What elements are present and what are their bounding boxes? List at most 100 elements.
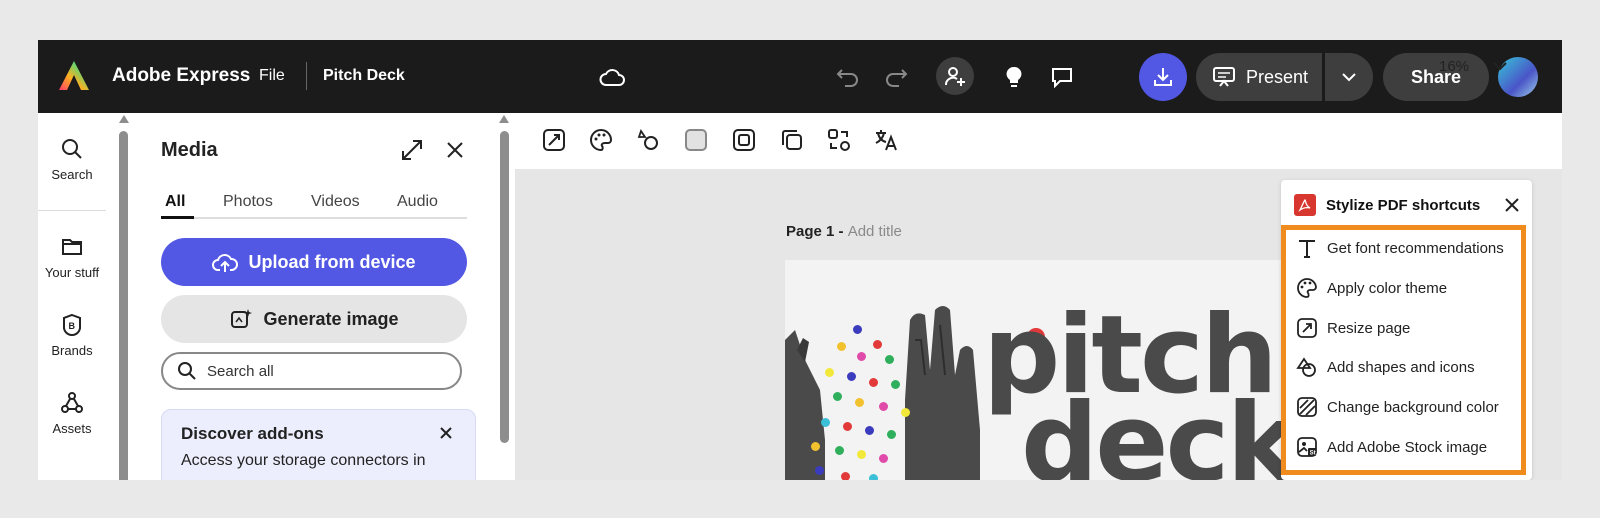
panel-scrollbar[interactable] xyxy=(498,113,512,480)
cloud-icon[interactable] xyxy=(594,60,630,94)
decorative-dot xyxy=(857,352,866,361)
shapes-icon[interactable] xyxy=(636,127,662,153)
shortcut-resize-page[interactable]: Resize page xyxy=(1295,316,1410,340)
palette-icon[interactable] xyxy=(588,127,614,153)
swap-icon[interactable] xyxy=(826,127,852,153)
upload-from-device-button[interactable]: Upload from device xyxy=(161,238,467,286)
present-button[interactable]: Present xyxy=(1196,53,1322,101)
present-options-button[interactable] xyxy=(1325,53,1373,101)
rail-item-brands[interactable]: B Brands xyxy=(38,313,106,358)
discover-addons-card[interactable]: Discover add-ons Access your storage con… xyxy=(161,409,476,480)
decorative-dot xyxy=(825,368,834,377)
page-title-placeholder[interactable]: Add title xyxy=(848,223,902,240)
rail-item-search[interactable]: Search xyxy=(38,137,106,182)
download-button[interactable] xyxy=(1139,53,1187,101)
shortcut-apply-color-theme[interactable]: Apply color theme xyxy=(1295,276,1447,300)
upload-label: Upload from device xyxy=(248,251,416,272)
acrobat-icon xyxy=(1294,194,1316,216)
rail-label: Your stuff xyxy=(44,265,100,280)
page-label[interactable]: Page 1 - Add title xyxy=(786,223,902,240)
rail-item-your-stuff[interactable]: Your stuff xyxy=(38,235,106,280)
search-icon xyxy=(178,362,196,380)
svg-text:B: B xyxy=(69,321,76,331)
decorative-dot xyxy=(873,340,882,349)
close-icon[interactable] xyxy=(442,137,468,163)
cloud-upload-icon xyxy=(212,254,239,272)
decorative-dot xyxy=(891,380,900,389)
chevron-down-icon[interactable] xyxy=(1490,56,1510,76)
shortcut-label: Add shapes and icons xyxy=(1327,358,1475,376)
tab-photos[interactable]: Photos xyxy=(223,193,273,211)
canvas-toolbar xyxy=(515,113,1562,169)
media-panel: Media All Photos Videos Audio Upload fro… xyxy=(134,113,516,480)
panel-title: Media xyxy=(161,139,218,161)
scrollbar-thumb[interactable] xyxy=(119,131,128,480)
expand-icon[interactable] xyxy=(399,137,425,163)
close-icon[interactable] xyxy=(1501,194,1523,216)
scroll-up-icon[interactable] xyxy=(499,115,509,123)
shortcuts-highlight: Get font recommendations Apply color the… xyxy=(1281,225,1526,475)
top-bar: Adobe Express File Pitch Deck Present Sh… xyxy=(38,40,1562,113)
search-input[interactable]: Search all xyxy=(161,352,462,390)
decorative-dot xyxy=(879,402,888,411)
brand-icon: B xyxy=(62,313,82,337)
undo-icon[interactable] xyxy=(830,60,866,94)
shortcut-label: Change background color xyxy=(1327,398,1499,416)
rail-label: Brands xyxy=(51,343,93,358)
decorative-dot xyxy=(869,474,878,480)
document-title[interactable]: Pitch Deck xyxy=(323,67,405,85)
canvas-page[interactable]: pitch deck. xyxy=(785,260,1345,480)
decorative-dot xyxy=(841,472,850,480)
shortcut-label: Apply color theme xyxy=(1327,279,1448,297)
resize-icon[interactable] xyxy=(541,127,567,153)
tab-all[interactable]: All xyxy=(165,193,185,211)
shapes-icon xyxy=(1295,355,1319,379)
palette-icon xyxy=(1295,276,1319,300)
adobe-express-logo[interactable] xyxy=(56,58,92,94)
tab-videos[interactable]: Videos xyxy=(311,193,360,211)
divider xyxy=(38,210,106,211)
share-button[interactable]: Share xyxy=(1383,53,1489,101)
tab-audio[interactable]: Audio xyxy=(397,193,438,211)
generate-label: Generate image xyxy=(263,308,399,329)
decorative-dot xyxy=(821,418,830,427)
search-placeholder: Search all xyxy=(207,362,274,380)
lightbulb-icon[interactable] xyxy=(996,60,1032,94)
app-name: Adobe Express xyxy=(112,65,251,86)
svg-text:St: St xyxy=(1310,451,1316,457)
decorative-dot xyxy=(879,454,888,463)
rail-scrollbar[interactable] xyxy=(119,113,129,480)
decorative-dot xyxy=(837,342,846,351)
scroll-up-icon[interactable] xyxy=(119,115,129,123)
scrollbar-thumb[interactable] xyxy=(500,131,509,443)
present-label: Present xyxy=(1246,66,1309,87)
shortcut-add-shapes-and-icons[interactable]: Add shapes and icons xyxy=(1295,355,1475,379)
translate-icon[interactable] xyxy=(873,127,899,153)
redo-icon[interactable] xyxy=(878,60,914,94)
background-color-icon[interactable] xyxy=(683,127,709,153)
close-icon[interactable] xyxy=(435,422,457,444)
shortcut-get-font-recommendations[interactable]: Get font recommendations xyxy=(1295,236,1504,260)
assets-icon xyxy=(61,392,83,413)
background-icon xyxy=(1295,395,1319,419)
comment-icon[interactable] xyxy=(1044,60,1080,94)
file-menu[interactable]: File xyxy=(259,67,285,85)
frame-icon[interactable] xyxy=(731,127,757,153)
stylize-panel-header: Stylize PDF shortcuts xyxy=(1294,194,1480,216)
rail-item-assets[interactable]: Assets xyxy=(38,391,106,436)
shortcut-label: Get font recommendations xyxy=(1327,239,1504,257)
shortcut-label: Resize page xyxy=(1327,319,1411,337)
divider xyxy=(306,62,307,90)
zoom-level[interactable]: 16% xyxy=(1439,58,1469,75)
addons-title: Discover add-ons xyxy=(181,424,324,443)
decorative-dot xyxy=(869,378,878,387)
decorative-dot xyxy=(835,446,844,455)
decorative-dot xyxy=(887,430,896,439)
shortcut-label: Add Adobe Stock image xyxy=(1327,438,1488,456)
invite-user-icon[interactable] xyxy=(936,57,974,95)
shortcut-add-adobe-stock-image[interactable]: St Add Adobe Stock image xyxy=(1295,435,1487,459)
duplicate-icon[interactable] xyxy=(779,127,805,153)
shortcut-change-background-color[interactable]: Change background color xyxy=(1295,395,1499,419)
page-number: Page 1 - xyxy=(786,223,848,240)
generate-image-button[interactable]: Generate image xyxy=(161,295,467,343)
